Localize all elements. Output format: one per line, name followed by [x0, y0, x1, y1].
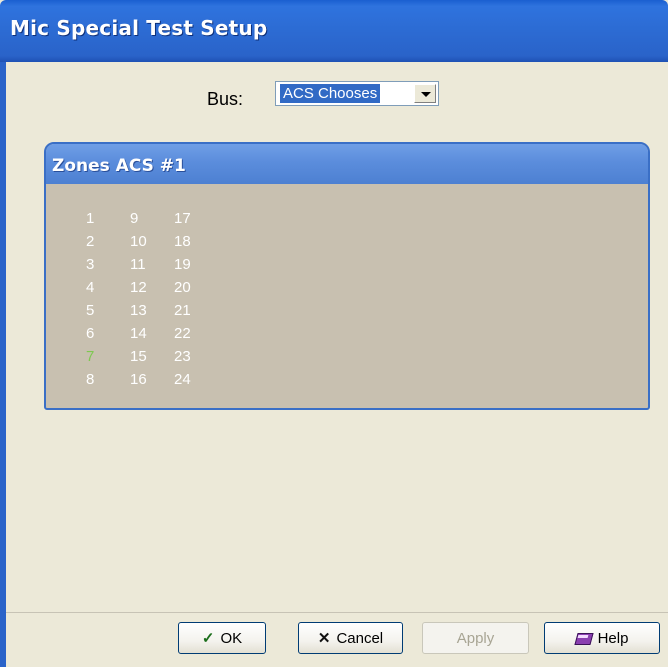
zone-23[interactable]: 23 — [174, 348, 191, 365]
apply-button[interactable]: Apply — [422, 622, 529, 654]
checkmark-icon: ✓ — [201, 630, 215, 647]
zone-22[interactable]: 22 — [174, 325, 191, 342]
zone-10[interactable]: 10 — [130, 233, 147, 250]
apply-label: Apply — [456, 629, 495, 647]
zone-19[interactable]: 19 — [174, 256, 191, 273]
zone-13[interactable]: 13 — [130, 302, 147, 319]
zones-panel-header: Zones ACS #1 — [46, 144, 648, 184]
zone-24[interactable]: 24 — [174, 371, 191, 388]
help-label: Help — [597, 629, 629, 647]
zone-1[interactable]: 1 — [86, 210, 94, 227]
zone-21[interactable]: 21 — [174, 302, 191, 319]
zone-15[interactable]: 15 — [130, 348, 147, 365]
cancel-button[interactable]: ✕ Cancel — [298, 622, 403, 654]
zone-2[interactable]: 2 — [86, 233, 94, 250]
window-title: Mic Special Test Setup — [10, 16, 268, 40]
zone-5[interactable]: 5 — [86, 302, 94, 319]
bus-select-value: ACS Chooses — [280, 84, 381, 103]
bus-select[interactable]: ACS Chooses — [275, 81, 439, 106]
zones-grid: 1 2 3 4 5 6 7 8 9 10 11 12 13 14 15 16 17 18 19 20 21 22 23 24 — [46, 184, 648, 408]
zone-6[interactable]: 6 — [86, 325, 94, 342]
help-button[interactable]: Help — [544, 622, 660, 654]
zone-14[interactable]: 14 — [130, 325, 147, 342]
zones-panel-title: Zones ACS #1 — [52, 156, 186, 176]
bus-label: Bus: — [207, 89, 244, 109]
bus-dropdown-button[interactable] — [414, 84, 436, 103]
zone-16[interactable]: 16 — [130, 371, 147, 388]
zone-17[interactable]: 17 — [174, 210, 191, 227]
cancel-label: Cancel — [336, 629, 384, 647]
zones-panel: Zones ACS #1 1 2 3 4 5 6 7 8 9 10 11 12 13 14 15 16 17 18… — [44, 142, 650, 410]
chevron-down-icon — [421, 92, 431, 97]
close-icon: ✕ — [317, 630, 331, 647]
button-bar-divider — [6, 612, 668, 613]
zone-12[interactable]: 12 — [130, 279, 147, 296]
ok-label: OK — [220, 629, 243, 647]
zone-20[interactable]: 20 — [174, 279, 191, 296]
zone-18[interactable]: 18 — [174, 233, 191, 250]
zone-8[interactable]: 8 — [86, 371, 94, 388]
zone-11[interactable]: 11 — [130, 256, 146, 273]
zone-7[interactable]: 7 — [86, 348, 94, 365]
help-book-icon — [573, 631, 594, 645]
ok-button[interactable]: ✓ OK — [178, 622, 266, 654]
zone-3[interactable]: 3 — [86, 256, 94, 273]
zone-9[interactable]: 9 — [130, 210, 138, 227]
zone-4[interactable]: 4 — [86, 279, 94, 296]
title-bar[interactable]: Mic Special Test Setup — [0, 0, 668, 62]
